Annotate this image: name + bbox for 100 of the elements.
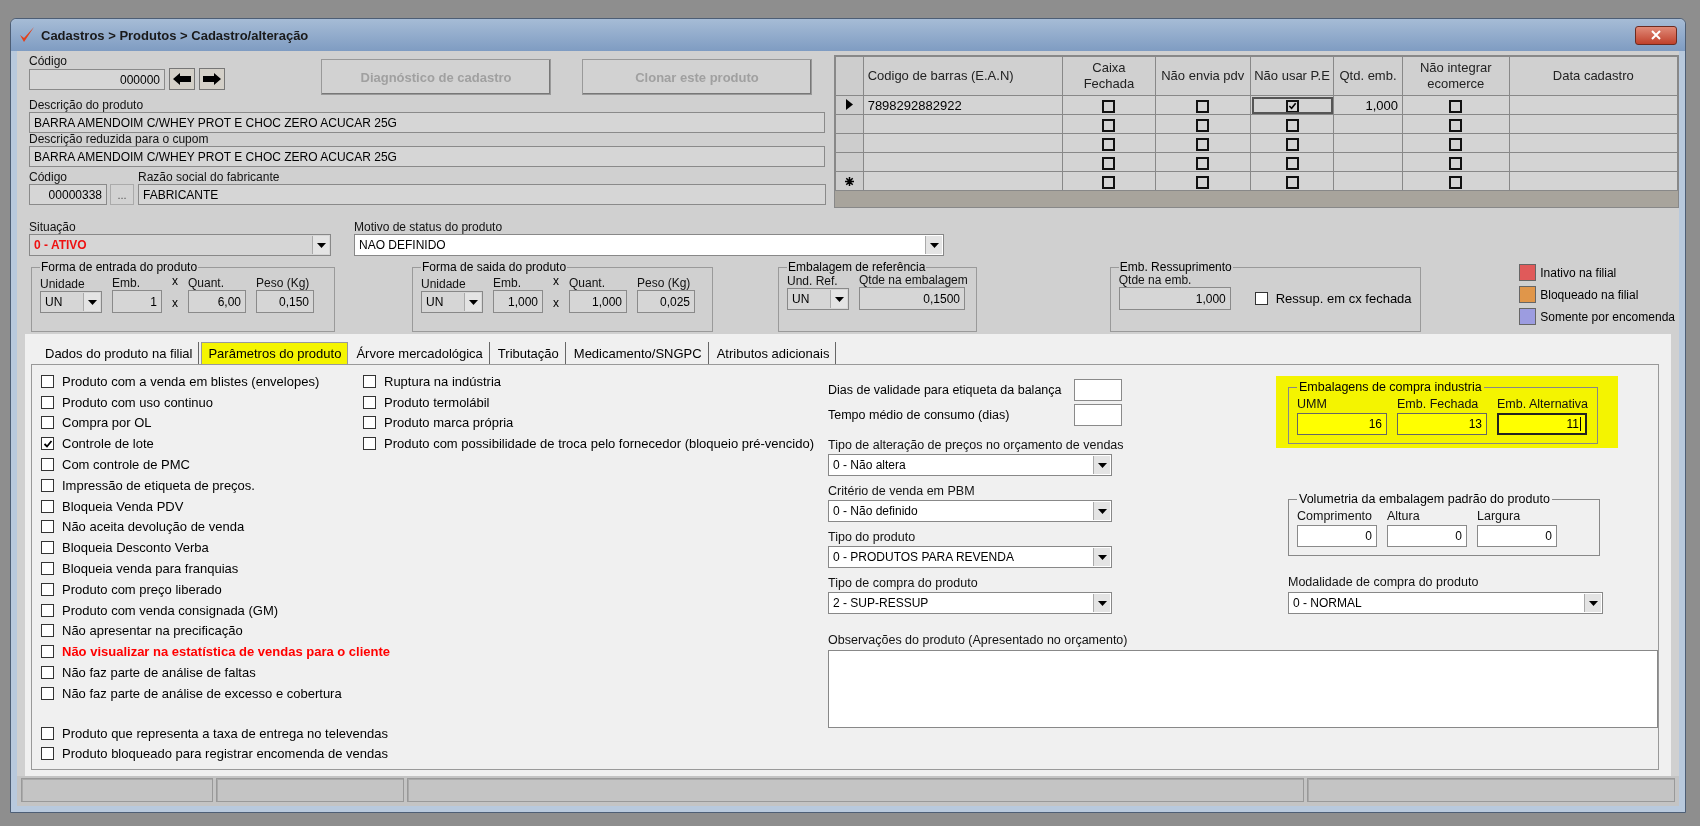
option-dropdown[interactable]: 0 - PRODUTOS PARA REVENDA <box>828 546 1112 568</box>
checkbox[interactable] <box>1449 175 1463 189</box>
caret-icon <box>468 299 478 305</box>
column-header: Qtd. emb. <box>1333 56 1403 96</box>
checkbox[interactable] <box>41 520 54 534</box>
checkbox[interactable] <box>41 416 54 430</box>
tab[interactable]: Parâmetros do produto <box>201 342 349 364</box>
checkbox[interactable] <box>1196 99 1210 113</box>
checkbox[interactable] <box>363 437 376 451</box>
short-description-field[interactable]: BARRA AMENDOIM C/WHEY PROT E CHOC ZERO ACUCAR 25G <box>29 146 825 167</box>
field-label: Observações do produto (Apresentado no orçamento) <box>828 634 1129 647</box>
checkbox-label: Produto com a venda em blistes (envelopes) <box>62 373 320 389</box>
checkbox[interactable] <box>1102 99 1116 113</box>
checkbox[interactable] <box>1196 156 1210 170</box>
field-label: Tipo de alteração de preços no orçamento de vendas <box>828 439 1125 452</box>
manufacturer-code-field[interactable]: 00000338 <box>29 184 107 205</box>
field-label: Descrição reduzida para o cupom <box>29 133 210 146</box>
number-field[interactable]: 0,025 <box>637 290 695 313</box>
reason-dropdown[interactable]: NAO DEFINIDO <box>354 234 944 256</box>
checkbox[interactable] <box>363 416 376 430</box>
checkbox[interactable] <box>1449 156 1463 170</box>
number-field[interactable] <box>1074 379 1122 401</box>
checkbox[interactable] <box>1102 118 1116 132</box>
checkbox[interactable] <box>41 499 54 513</box>
field-label: Altura <box>1387 510 1421 523</box>
option-dropdown[interactable]: 0 - Não altera <box>828 454 1112 476</box>
checkbox[interactable] <box>1285 118 1299 132</box>
checkbox[interactable] <box>1449 118 1463 132</box>
group-title: Emb. Ressuprimento <box>1118 260 1233 274</box>
number-field[interactable] <box>1074 404 1122 426</box>
number-field[interactable]: 0,1500 <box>859 287 965 310</box>
number-field[interactable]: 1,000 <box>493 290 543 313</box>
checkbox[interactable] <box>41 747 54 761</box>
checkbox[interactable] <box>41 374 54 388</box>
checkbox[interactable] <box>1449 137 1463 151</box>
number-field[interactable]: 0 <box>1297 525 1377 547</box>
checkbox[interactable] <box>41 624 54 638</box>
checkbox[interactable] <box>1449 99 1463 113</box>
number-field[interactable]: 1,000 <box>569 290 627 313</box>
legend-label: Inativo na filial <box>1540 265 1617 280</box>
field-label: Situação <box>29 221 77 234</box>
checkbox[interactable] <box>1102 156 1116 170</box>
field-label: Emb. Alternativa <box>1497 398 1588 411</box>
caret-icon <box>834 296 844 302</box>
unit-dropdown[interactable]: UN <box>421 291 483 313</box>
previous-button[interactable] <box>169 68 195 90</box>
checkbox[interactable] <box>41 541 54 555</box>
number-field[interactable]: 0 <box>1387 525 1467 547</box>
number-field[interactable]: 11 <box>1497 413 1587 435</box>
manufacturer-name-field[interactable]: FABRICANTE <box>138 184 826 205</box>
checkbox-label: Controle de lote <box>62 436 154 452</box>
notes-textarea[interactable] <box>828 650 1658 728</box>
checkbox[interactable] <box>1285 99 1299 113</box>
close-button[interactable] <box>1635 25 1677 45</box>
number-field[interactable]: 1,000 <box>1118 287 1231 310</box>
checkbox[interactable] <box>1285 175 1299 189</box>
code-field[interactable]: 000000 <box>29 69 165 90</box>
checkbox-label: Ruptura na indústria <box>384 373 502 389</box>
number-field[interactable]: 13 <box>1397 413 1487 435</box>
field-label: Dias de validade para etiqueta da balança <box>828 383 1062 397</box>
checkbox[interactable] <box>1102 137 1116 151</box>
checkbox[interactable] <box>41 645 54 659</box>
option-dropdown[interactable]: 2 - SUP-RESSUP <box>828 592 1112 614</box>
checkbox[interactable] <box>41 603 54 617</box>
checkbox[interactable] <box>1196 137 1210 151</box>
number-field[interactable]: 0 <box>1477 525 1557 547</box>
number-field[interactable]: 1 <box>112 290 162 313</box>
checkbox[interactable] <box>41 395 54 409</box>
checkbox[interactable] <box>41 437 54 451</box>
number-field[interactable]: 16 <box>1297 413 1387 435</box>
number-field[interactable]: 0,150 <box>256 290 314 313</box>
checkbox[interactable] <box>41 582 54 596</box>
checkbox[interactable] <box>41 686 54 700</box>
checkbox[interactable] <box>1196 118 1210 132</box>
checkbox[interactable] <box>41 562 54 576</box>
checkbox-label: Ressup. em cx fechada <box>1275 291 1412 307</box>
purchase-mode-dropdown[interactable]: 0 - NORMAL <box>1288 592 1603 614</box>
checkbox[interactable] <box>363 395 376 409</box>
checkbox[interactable] <box>363 374 376 388</box>
checkbox[interactable] <box>41 726 54 740</box>
checkbox[interactable] <box>1285 156 1299 170</box>
checkbox[interactable] <box>41 666 54 680</box>
unit-dropdown[interactable]: UN <box>787 288 849 310</box>
lookup-button[interactable]: ... <box>110 184 134 205</box>
number-field[interactable]: 6,00 <box>188 290 246 313</box>
column-header: Caixa Fechada <box>1062 56 1156 96</box>
unit-dropdown[interactable]: UN <box>40 291 102 313</box>
checkbox[interactable] <box>1102 175 1116 189</box>
field-label: Peso (Kg) <box>256 277 311 290</box>
checkbox[interactable] <box>1254 292 1268 306</box>
option-dropdown[interactable]: 0 - Não definido <box>828 500 1112 522</box>
checkbox[interactable] <box>41 478 54 492</box>
checkbox[interactable] <box>1285 137 1299 151</box>
field-label: Und. Ref. <box>787 275 839 288</box>
checkbox[interactable] <box>1196 175 1210 189</box>
next-button[interactable] <box>199 68 225 90</box>
checkbox-label: Impressão de etiqueta de preços. <box>62 477 255 493</box>
description-field[interactable]: BARRA AMENDOIM C/WHEY PROT E CHOC ZERO ACUCAR 25G <box>29 112 825 133</box>
checkbox[interactable] <box>41 458 54 472</box>
current-row-icon <box>845 98 853 110</box>
